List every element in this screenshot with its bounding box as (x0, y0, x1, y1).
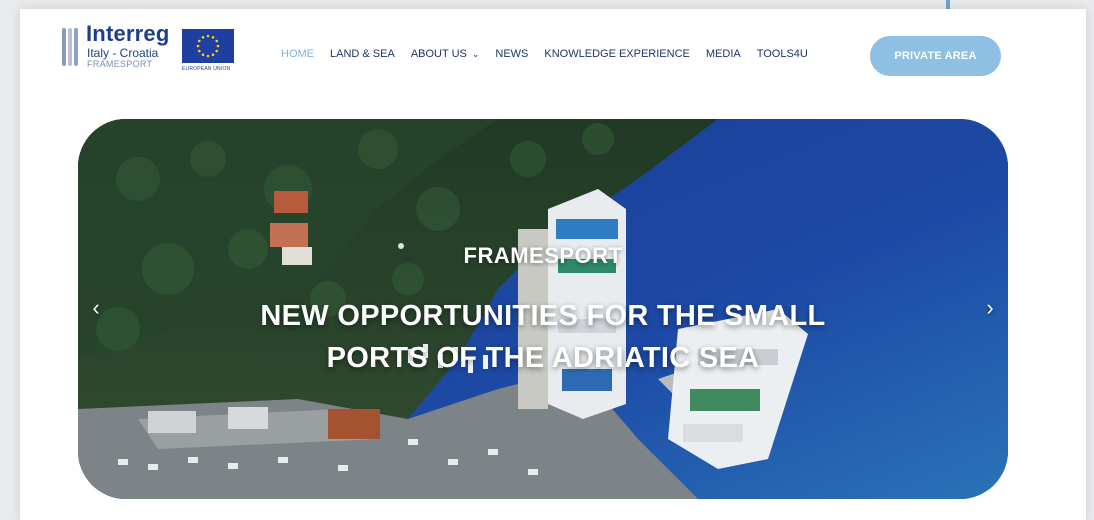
nav-home-label: HOME (281, 48, 314, 60)
nav-about-us[interactable]: ABOUT US ⌄ (411, 48, 480, 60)
nav-tools4u[interactable]: TOOLS4U (757, 48, 808, 60)
logo-name: Interreg (86, 21, 170, 46)
logo-project: FRAMESPORT (87, 59, 153, 69)
nav-tools4u-label: TOOLS4U (756, 48, 808, 60)
nav-knowledge-experience-label: KNOWLEDGE EXPERIENCE (544, 48, 690, 60)
nav-home[interactable]: HOME (281, 48, 314, 60)
chevron-right-icon[interactable]: › (978, 296, 1002, 320)
nav-land-sea[interactable]: LAND & SEA (330, 48, 395, 60)
nav-land-sea-label: LAND & SEA (330, 48, 395, 60)
nav-media-label: MEDIA (705, 48, 741, 60)
logo-region: Italy - Croatia (87, 46, 159, 60)
nav-knowledge-experience[interactable]: KNOWLEDGE EXPERIENCE (544, 48, 689, 60)
interreg-logo[interactable]: Interreg Italy - Croatia FRAMESPORT EURO… (62, 21, 242, 80)
chevron-down-icon: ⌄ (471, 48, 480, 59)
nav-news-label: NEWS (495, 48, 529, 60)
interreg-mark-icon (62, 28, 78, 66)
main-navigation: HOME LAND & SEA ABOUT US ⌄ NEWS KNOWLEDG… (281, 48, 824, 60)
chevron-left-icon[interactable]: ‹ (84, 296, 108, 320)
nav-media[interactable]: MEDIA (706, 48, 741, 60)
hero-title: NEW OPPORTUNITIES FOR THE SMALL PORTS OF… (260, 300, 826, 374)
hero-kicker: FRAMESPORT (463, 243, 623, 268)
eu-caption: EUROPEAN UNION (182, 66, 231, 72)
private-area-button[interactable]: PRIVATE AREA (870, 36, 1001, 76)
nav-about-us-label: ABOUT US (410, 48, 467, 60)
hero-slider: FRAMESPORT NEW OPPORTUNITIES FOR THE SMA… (78, 119, 1008, 499)
nav-news[interactable]: NEWS (495, 48, 528, 60)
eu-flag-icon (182, 29, 234, 63)
